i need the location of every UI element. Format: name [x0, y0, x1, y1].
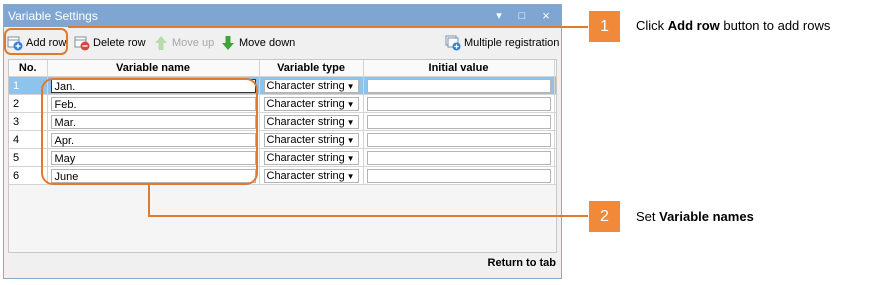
- initial-value-input[interactable]: [366, 96, 551, 111]
- variable-type-value: Character string: [266, 133, 345, 146]
- variable-type-select[interactable]: Character string ▼: [263, 96, 359, 111]
- maximize-icon[interactable]: □: [513, 7, 531, 25]
- initial-value-input[interactable]: [366, 114, 551, 129]
- multiple-registration-label: Multiple registration: [464, 37, 560, 49]
- move-down-button[interactable]: Move down: [220, 32, 295, 54]
- callout-line-2-vertical: [148, 185, 150, 216]
- chevron-down-icon: ▼: [346, 135, 355, 145]
- move-up-label: Move up: [172, 37, 215, 49]
- variable-type-select[interactable]: Character string ▼: [263, 168, 359, 183]
- toolbar: Add row Delete row Move up Move down Mul…: [4, 27, 561, 59]
- multiple-registration-icon: [445, 35, 461, 51]
- variable-type-value: Character string: [266, 151, 345, 164]
- close-icon[interactable]: ×: [537, 7, 555, 25]
- initial-value-input[interactable]: [366, 150, 551, 165]
- column-header-no[interactable]: No.: [9, 60, 48, 77]
- callout-line-1: [68, 26, 588, 28]
- column-header-variable-name[interactable]: Variable name: [47, 60, 260, 77]
- variable-names-highlight: [41, 78, 258, 185]
- initial-value-input[interactable]: [366, 168, 551, 183]
- variable-type-select[interactable]: Character string ▼: [263, 150, 359, 165]
- return-to-tab-button[interactable]: Return to tab: [488, 257, 556, 269]
- variable-type-select[interactable]: Character string ▼: [263, 132, 359, 147]
- window-footer: Return to tab: [4, 251, 561, 278]
- variable-type-select[interactable]: Character string ▼: [263, 114, 359, 129]
- initial-value-input[interactable]: [366, 78, 551, 93]
- step-note-2: Set Variable names: [636, 209, 754, 224]
- add-row-highlight: [4, 28, 68, 55]
- variable-type-value: Character string: [266, 115, 345, 128]
- step-note-1: Click Add row button to add rows: [636, 18, 831, 33]
- delete-row-button[interactable]: Delete row: [74, 32, 146, 54]
- column-header-spacer: [554, 60, 556, 77]
- callout-line-2-horizontal: [148, 215, 588, 217]
- chevron-down-icon: ▼: [346, 117, 355, 127]
- variable-type-select[interactable]: Character string ▼: [263, 78, 359, 93]
- dropdown-icon[interactable]: ▾: [490, 7, 508, 25]
- table-header-row: No. Variable name Variable type Initial …: [9, 60, 556, 77]
- chevron-down-icon: ▼: [346, 171, 355, 181]
- chevron-down-icon: ▼: [346, 99, 355, 109]
- delete-row-icon: [74, 35, 90, 51]
- column-header-variable-type[interactable]: Variable type: [259, 60, 364, 77]
- variable-type-value: Character string: [266, 169, 345, 182]
- step-badge-2: 2: [589, 201, 620, 232]
- variable-type-value: Character string: [266, 79, 345, 92]
- initial-value-input[interactable]: [366, 132, 551, 147]
- variable-type-value: Character string: [266, 97, 345, 110]
- chevron-down-icon: ▼: [346, 81, 355, 91]
- window-titlebar[interactable]: Variable Settings ▾ □ ×: [4, 5, 561, 27]
- column-header-initial-value[interactable]: Initial value: [363, 60, 555, 77]
- arrow-up-icon: [153, 35, 169, 51]
- arrow-down-icon: [220, 35, 236, 51]
- delete-row-label: Delete row: [93, 37, 146, 49]
- move-up-button[interactable]: Move up: [153, 32, 214, 54]
- window-title: Variable Settings: [8, 9, 98, 23]
- chevron-down-icon: ▼: [346, 153, 355, 163]
- move-down-label: Move down: [239, 37, 296, 49]
- step-badge-1: 1: [589, 11, 620, 42]
- multiple-registration-button[interactable]: Multiple registration: [445, 32, 559, 54]
